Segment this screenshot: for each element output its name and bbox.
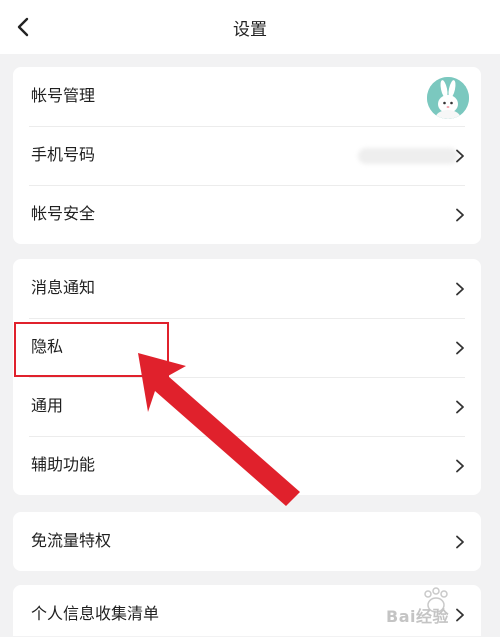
chevron-right-icon (455, 282, 465, 296)
phone-number-row[interactable]: 手机号码 (13, 126, 481, 185)
phone-number-value-blurred (358, 148, 458, 164)
chevron-right-icon (455, 535, 465, 549)
account-management-row[interactable]: 帐号管理 (13, 67, 481, 126)
account-security-row[interactable]: 帐号安全 (13, 185, 481, 244)
top-bar: 设置 (0, 0, 500, 54)
row-label: 消息通知 (31, 278, 96, 297)
accessibility-row[interactable]: 辅助功能 (13, 436, 481, 495)
page-title: 设置 (233, 20, 267, 40)
row-label: 通用 (31, 396, 64, 415)
row-label: 个人信息收集清单 (31, 604, 160, 623)
watermark: Bai经验 (380, 583, 498, 633)
chevron-right-icon (455, 400, 465, 414)
row-label: 辅助功能 (31, 455, 96, 474)
privacy-highlight-box (14, 322, 169, 377)
account-settings-card: 帐号管理 手机号码 帐号安全 (13, 67, 481, 244)
row-label: 帐号管理 (31, 86, 96, 105)
chevron-right-icon (455, 149, 465, 163)
avatar (427, 77, 469, 119)
general-settings-card: 消息通知 隐私 通用 辅助功能 (13, 259, 481, 495)
general-row[interactable]: 通用 (13, 377, 481, 436)
row-label: 帐号安全 (31, 204, 96, 223)
chevron-right-icon (455, 459, 465, 473)
row-label: 免流量特权 (31, 531, 112, 550)
chevron-right-icon (455, 341, 465, 355)
notifications-row[interactable]: 消息通知 (13, 259, 481, 318)
free-data-privilege-row[interactable]: 免流量特权 (13, 512, 481, 571)
free-data-card: 免流量特权 (13, 512, 481, 571)
chevron-right-icon (455, 208, 465, 222)
watermark-text: Bai经验 (386, 607, 449, 626)
row-label: 手机号码 (31, 145, 96, 164)
